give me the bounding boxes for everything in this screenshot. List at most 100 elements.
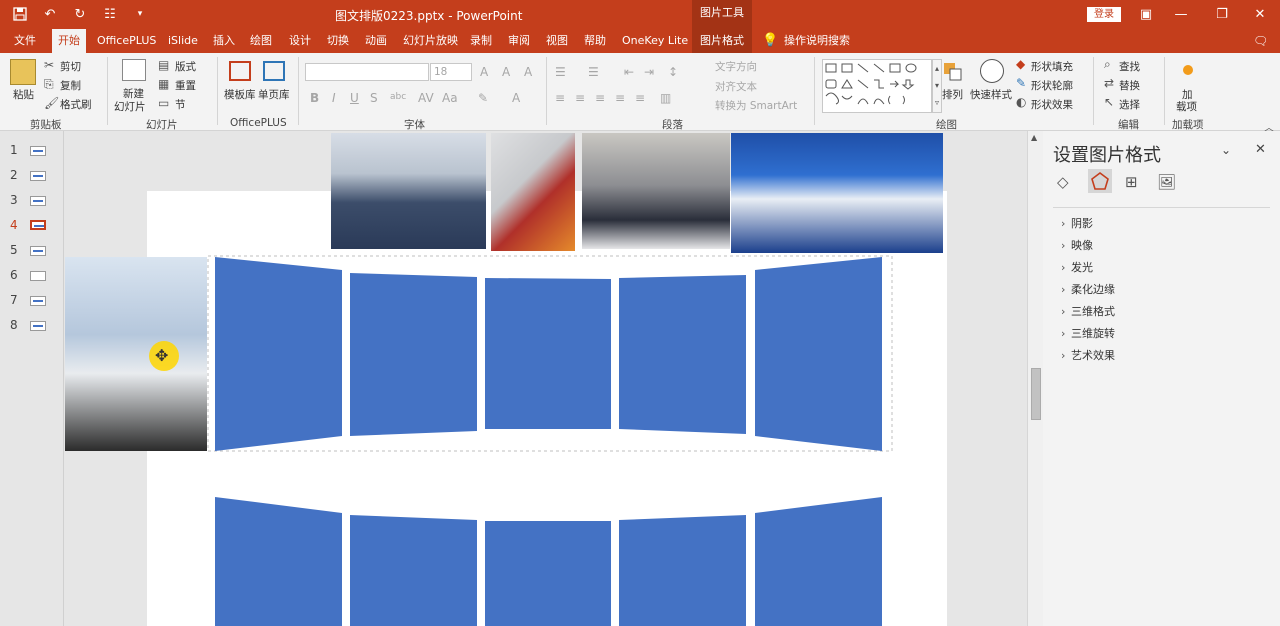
arrange-button[interactable]: 排列 (942, 87, 963, 102)
numbering-icon[interactable]: ☰ (588, 65, 599, 79)
columns-icon[interactable]: ▥ (660, 91, 671, 105)
layout-icon[interactable]: ▤ (158, 58, 169, 72)
align-right-icon[interactable]: ≡ (595, 91, 605, 105)
align-left-icon[interactable]: ≡ (555, 91, 565, 105)
tab-officeplus[interactable]: OfficePLUS (95, 29, 158, 53)
tab-help[interactable]: 帮助 (582, 29, 608, 53)
new-slide-label-2[interactable]: 幻灯片 (114, 99, 146, 114)
font-name-input[interactable] (305, 63, 429, 81)
quick-styles-button[interactable]: 快速样式 (970, 87, 1012, 102)
cut-button[interactable]: 剪切 (60, 59, 81, 74)
slide-number[interactable]: 1 (10, 143, 18, 157)
addins-label-2[interactable]: 载项 (1176, 99, 1197, 114)
replace-button[interactable]: 替换 (1119, 78, 1140, 93)
tab-record[interactable]: 录制 (468, 29, 494, 53)
select-button[interactable]: 选择 (1119, 97, 1140, 112)
tab-view[interactable]: 视图 (544, 29, 570, 53)
shape-fill-icon[interactable]: ◆ (1016, 57, 1025, 71)
cut-icon[interactable]: ✂ (44, 58, 54, 72)
undo-icon[interactable]: ↶ (40, 5, 60, 23)
underline-icon[interactable]: U (350, 91, 359, 105)
slide-thumbnail[interactable] (30, 321, 46, 331)
slide-thumbnail[interactable] (30, 296, 46, 306)
new-slide-icon[interactable] (122, 59, 146, 81)
increase-indent-icon[interactable]: ⇥ (644, 65, 654, 79)
bold-icon[interactable]: B (310, 91, 319, 105)
section-button[interactable]: 节 (175, 97, 186, 112)
tab-picture-format[interactable]: 图片格式 (692, 29, 752, 53)
clear-format-icon[interactable]: A (524, 65, 532, 79)
distribute-icon[interactable]: ≡ (635, 91, 645, 105)
robotics-photo[interactable] (491, 133, 575, 251)
increase-font-icon[interactable]: A (480, 65, 488, 79)
strikethrough-icon[interactable]: abc (390, 92, 406, 102)
slide-number[interactable]: 5 (10, 243, 18, 257)
panel-shape[interactable] (350, 515, 477, 626)
pane-options-icon[interactable]: ⌄ (1221, 143, 1231, 157)
maximize-icon[interactable]: ❐ (1212, 4, 1232, 24)
fill-line-icon[interactable]: ◇ (1057, 173, 1069, 191)
classroom-photo[interactable] (331, 133, 486, 249)
tab-slideshow[interactable]: 幻灯片放映 (401, 29, 460, 53)
find-icon[interactable]: ⌕ (1104, 57, 1111, 72)
slide-thumbnail[interactable] (30, 246, 46, 256)
tab-transitions[interactable]: 切换 (325, 29, 351, 53)
reset-icon[interactable]: ▦ (158, 77, 169, 91)
tab-design[interactable]: 设计 (287, 29, 313, 53)
competition-photo[interactable] (731, 133, 943, 253)
paste-icon[interactable] (10, 59, 36, 85)
slide-number-active[interactable]: 4 (10, 218, 18, 232)
shadow-icon[interactable]: S (370, 91, 378, 105)
minimize-icon[interactable]: — (1171, 4, 1191, 24)
tab-review[interactable]: 审阅 (506, 29, 532, 53)
slide-number[interactable]: 3 (10, 193, 18, 207)
align-text-button[interactable]: 对齐文本 (715, 79, 757, 94)
slide-number[interactable]: 6 (10, 268, 18, 282)
slide-thumbnail[interactable] (30, 196, 46, 206)
shape-effects-icon[interactable]: ◐ (1016, 95, 1026, 109)
decrease-font-icon[interactable]: A (502, 65, 510, 79)
pane-close-icon[interactable]: ✕ (1255, 142, 1266, 157)
shape-fill-button[interactable]: 形状填充 (1031, 59, 1073, 74)
shapes-gallery-scroll[interactable]: ▴ ▾ ▿ (932, 59, 942, 113)
customize-qat-icon[interactable]: ▾ (130, 5, 150, 23)
panel-shape[interactable] (619, 515, 746, 626)
slide-thumbnail-active[interactable] (30, 220, 46, 230)
template-library-icon[interactable] (229, 61, 251, 81)
section-glow[interactable]: 发光 (1061, 259, 1093, 275)
replace-icon[interactable]: ⇄ (1104, 76, 1114, 90)
tab-islide[interactable]: iSlide (166, 29, 200, 53)
format-painter-icon[interactable]: 🖌 (44, 96, 59, 110)
font-color-icon[interactable]: A (512, 91, 520, 105)
reset-button[interactable]: 重置 (175, 78, 196, 93)
line-spacing-icon[interactable]: ↕ (668, 65, 678, 79)
format-painter-button[interactable]: 格式刷 (60, 97, 92, 112)
login-button[interactable]: 登录 (1087, 7, 1121, 22)
select-icon[interactable]: ↖ (1104, 95, 1114, 109)
tab-onekey[interactable]: OneKey Lite (620, 29, 690, 53)
tell-me-search[interactable]: 操作说明搜索 (782, 29, 852, 53)
bullets-icon[interactable]: ☰ (555, 65, 566, 79)
slide-thumbnail[interactable] (30, 171, 46, 181)
slide-number[interactable]: 2 (10, 168, 18, 182)
addins-icon[interactable] (1183, 65, 1193, 75)
copy-button[interactable]: 复制 (60, 78, 81, 93)
panel-shape[interactable] (350, 273, 477, 436)
slide-number[interactable]: 7 (10, 293, 18, 307)
justify-icon[interactable]: ≡ (615, 91, 625, 105)
shape-effects-button[interactable]: 形状效果 (1031, 97, 1073, 112)
section-3d-format[interactable]: 三维格式 (1061, 303, 1115, 319)
shape-outline-icon[interactable]: ✎ (1016, 76, 1026, 90)
redo-icon[interactable]: ↻ (70, 5, 90, 23)
vertical-scrollbar[interactable]: ▲ (1027, 131, 1043, 626)
decrease-indent-icon[interactable]: ⇤ (624, 65, 634, 79)
slide-number[interactable]: 8 (10, 318, 18, 332)
single-page-library-icon[interactable] (263, 61, 285, 81)
quick-styles-icon[interactable] (980, 59, 1004, 83)
change-case-icon[interactable]: Aa (442, 91, 458, 105)
copy-icon[interactable]: ⎘ (44, 77, 54, 92)
race-car-photo[interactable] (582, 133, 730, 249)
scrollbar-thumb[interactable] (1031, 368, 1041, 420)
highlight-icon[interactable]: ✎ (478, 91, 488, 105)
section-3d-rotation[interactable]: 三维旋转 (1061, 325, 1115, 341)
